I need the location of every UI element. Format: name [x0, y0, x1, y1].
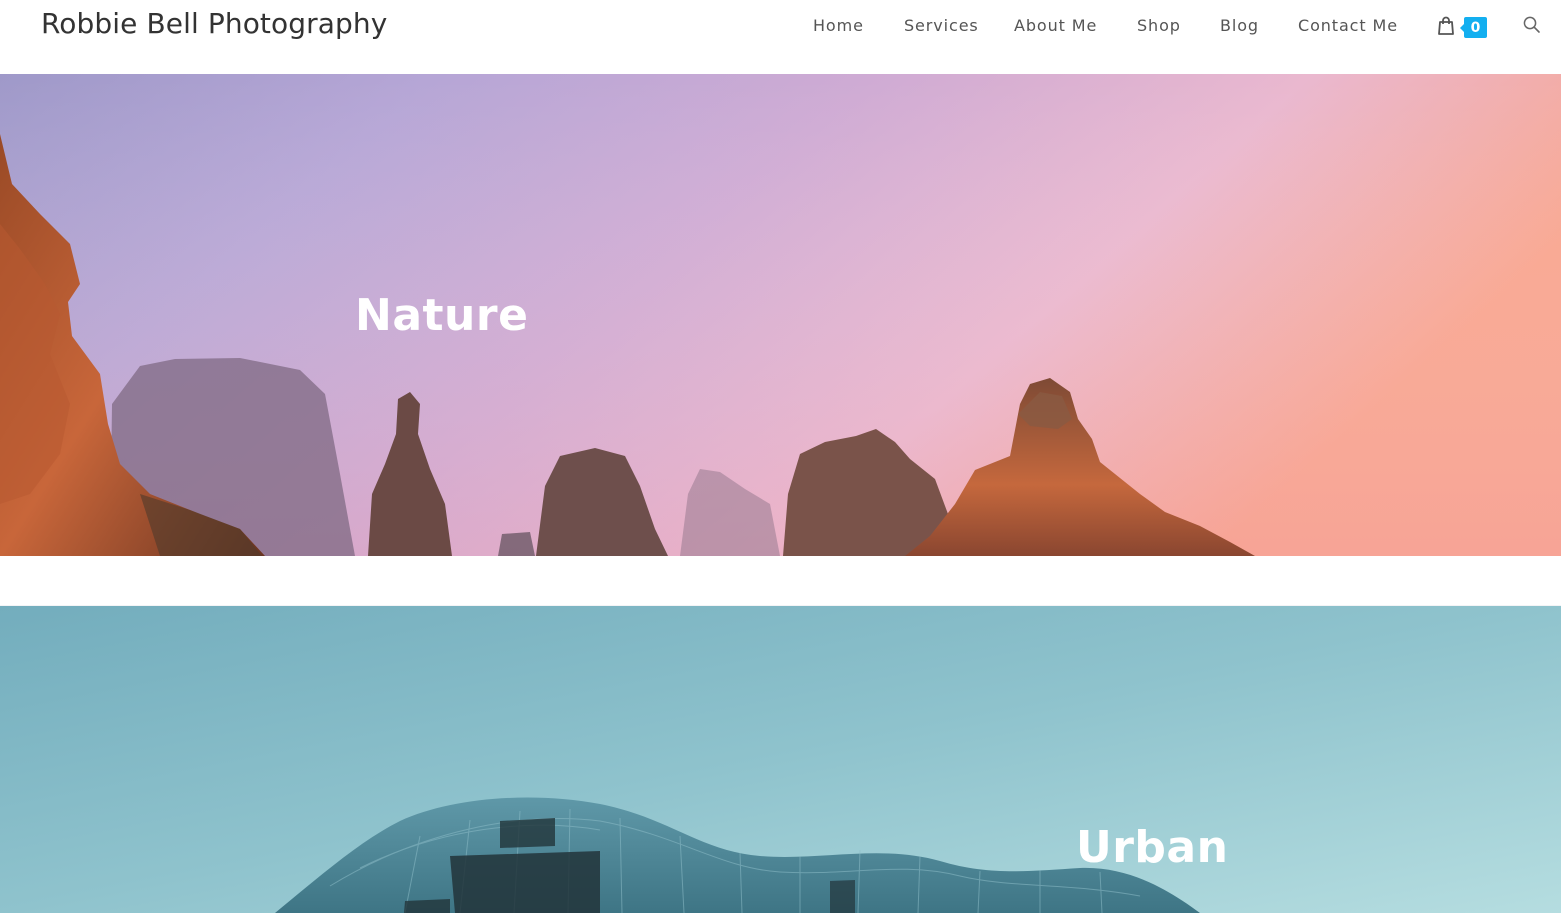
nav-item-services[interactable]: Services	[904, 16, 979, 35]
nature-heading: Nature	[355, 290, 529, 341]
nav-item-about-me[interactable]: About Me	[1014, 16, 1097, 35]
nav-item-shop[interactable]: Shop	[1137, 16, 1181, 35]
shopping-bag-icon	[1438, 16, 1454, 35]
nav-item-contact-me[interactable]: Contact Me	[1298, 16, 1398, 35]
urban-banner-image	[0, 606, 1561, 913]
urban-gallery-banner[interactable]: Urban	[0, 606, 1561, 913]
search-button[interactable]	[1522, 15, 1542, 35]
cart-button[interactable]: 0	[1437, 14, 1489, 40]
site-title-link[interactable]: Robbie Bell Photography	[41, 7, 387, 40]
section-spacer	[0, 556, 1561, 606]
site-header: Robbie Bell Photography Home Services Ab…	[0, 0, 1561, 74]
nav-item-blog[interactable]: Blog	[1220, 16, 1259, 35]
cart-count-badge: 0	[1460, 17, 1487, 38]
search-icon	[1523, 16, 1540, 33]
urban-heading: Urban	[1076, 822, 1229, 873]
nature-gallery-banner[interactable]: Nature	[0, 74, 1561, 556]
nav-item-home[interactable]: Home	[813, 16, 864, 35]
nature-banner-image	[0, 74, 1561, 556]
